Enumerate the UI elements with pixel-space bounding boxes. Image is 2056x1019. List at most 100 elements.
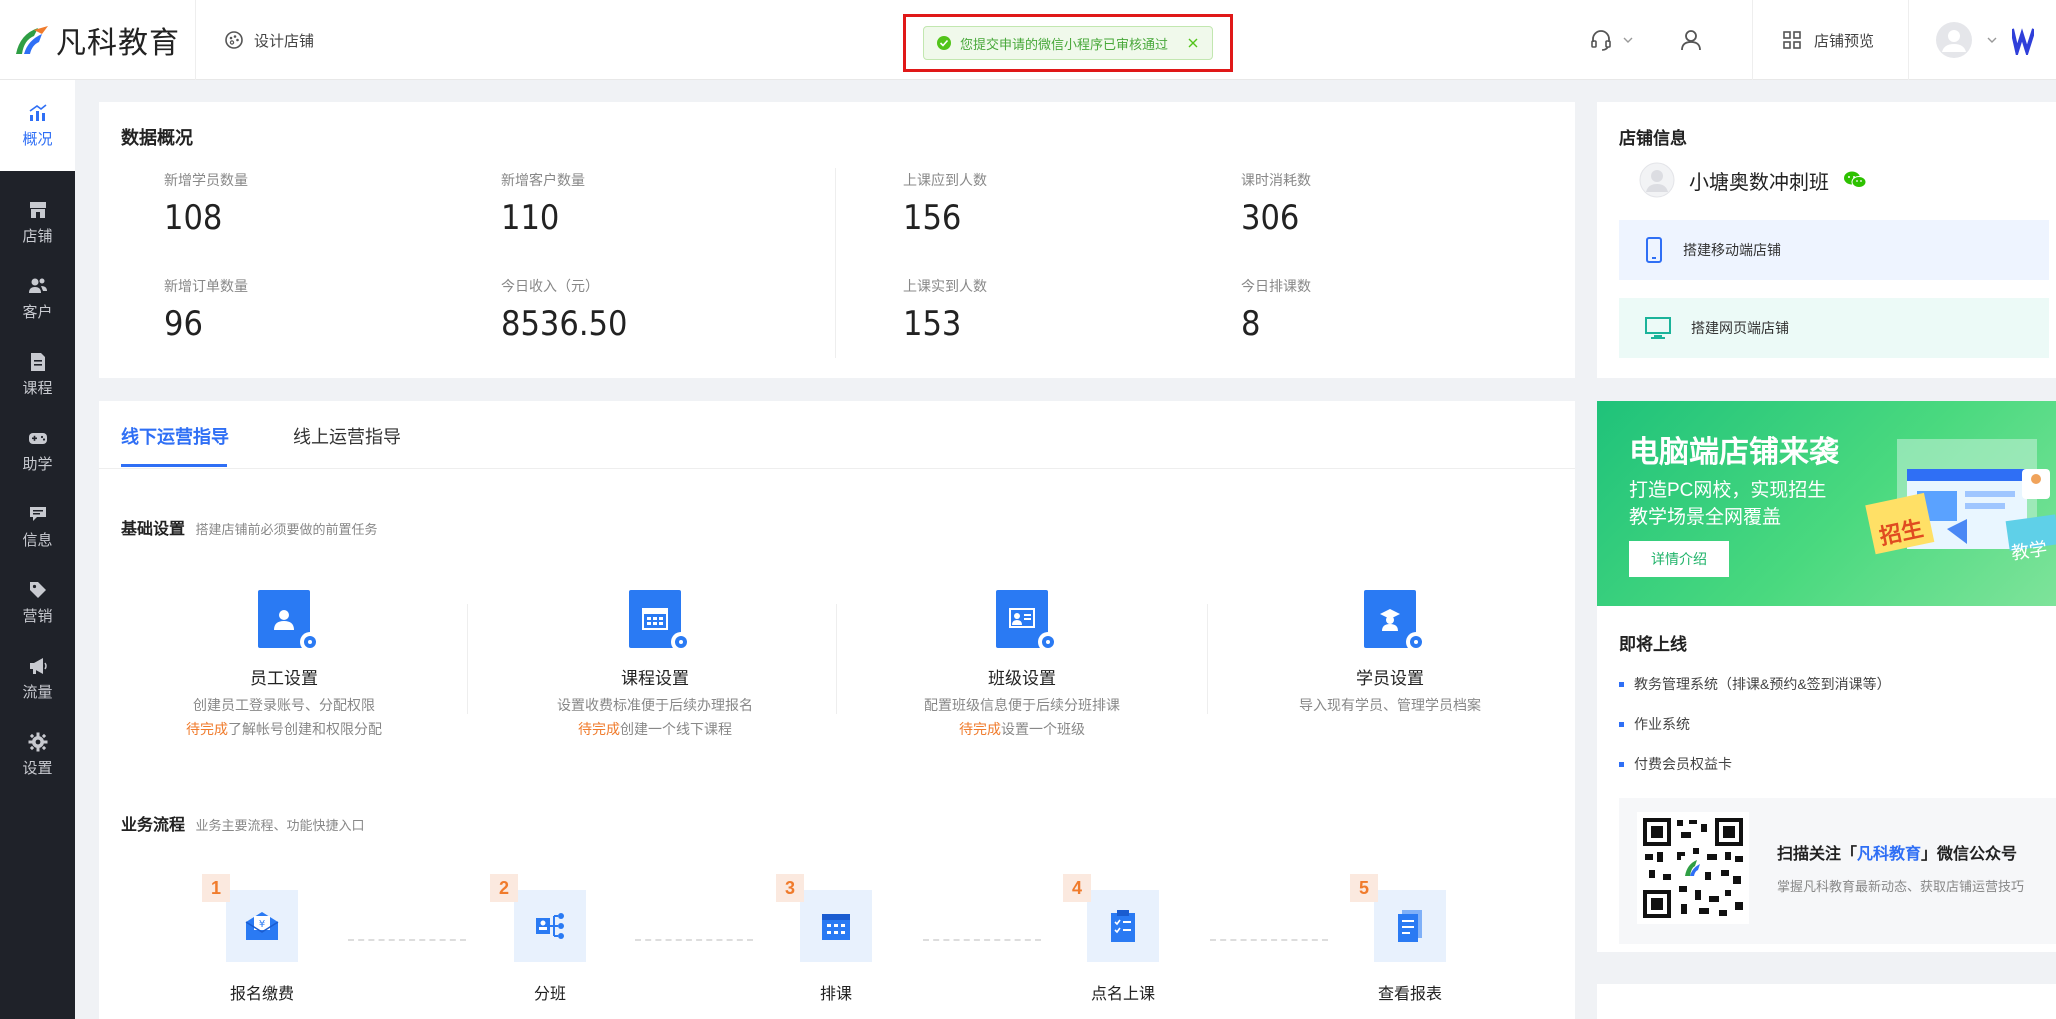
stat-lessons-consumed[interactable]: 课时消耗数 306 [1241,170,1311,238]
megaphone-icon [29,657,47,674]
sidebar-item-settings[interactable]: 设置 [0,716,75,792]
setup-course[interactable]: 课程设置 设置收费标准便于后续办理报名 待完成创建一个线下课程 [505,590,805,739]
success-toast: 您提交申请的微信小程序已审核通过 [922,26,1213,60]
setup-desc: 设置收费标准便于后续办理报名 [557,697,753,713]
sidebar-item-assist[interactable]: 助学 [0,412,75,488]
setup-desc: 配置班级信息便于后续分班排课 [924,697,1120,713]
svg-text:¥: ¥ [259,919,265,930]
chart-icon [29,103,46,121]
sidebar-item-label: 营销 [22,607,53,625]
sidebar-item-marketing[interactable]: 营销 [0,564,75,640]
setup-student[interactable]: 学员设置 导入现有学员、管理学员档案 [1240,590,1540,715]
store-name: 小塘奥数冲刺班 [1689,171,1829,194]
setup-desc: 导入现有学员、管理学员档案 [1299,697,1481,713]
gear-icon [28,732,47,751]
sidebar-item-messages[interactable]: 信息 [0,488,75,564]
avatar-menu[interactable] [1936,0,2034,80]
grid-icon [1783,31,1801,49]
check-circle-icon [936,36,951,50]
support-button[interactable] [1588,0,1634,80]
stat-value: 156 [903,198,962,238]
build-mobile-store-button[interactable]: 搭建移动端店铺 [1619,220,2049,280]
sidebar-item-customers[interactable]: 客户 [0,260,75,336]
list-item: 教务管理系统（排课&预约&签到消课等） [1619,674,1891,694]
stat-new-students[interactable]: 新增学员数量 108 [164,170,248,238]
stat-value: 8 [1241,304,1261,344]
step-label: 点名上课 [1090,986,1155,1003]
brand-logo-icon [16,26,48,54]
coming-soon-title: 即将上线 [1619,635,1687,654]
business-flow-heading: 业务流程 业务主要流程、功能快捷入口 [121,811,364,835]
list-item: 付费会员权益卡 [1619,754,1891,774]
sidebar-item-traffic[interactable]: 流量 [0,640,75,716]
flow-step-reports[interactable]: 5 查看报表 [1340,874,1480,1004]
setup-todo[interactable]: 待完成了解帐号创建和权限分配 [134,719,434,739]
flow-step-schedule[interactable]: 3 排课 [766,874,906,1004]
reports-icon: 5 [1350,874,1446,962]
brand-logo[interactable]: 凡科教育 [0,0,196,80]
build-mobile-store-label: 搭建移动端店铺 [1683,242,1781,258]
stat-label: 上课应到人数 [903,172,987,188]
banner-detail-button[interactable]: 详情介绍 [1629,541,1729,577]
tag-icon [29,581,46,598]
build-web-store-button[interactable]: 搭建网页端店铺 [1619,298,2049,358]
store-preview-label: 店铺预览 [1814,32,1875,50]
section-subtitle: 业务主要流程、功能快捷入口 [195,818,365,833]
banner-line2: 教学场景全网覆盖 [1629,507,1782,528]
sidebar-item-store[interactable]: 店铺 [0,184,75,260]
sidebar-item-label: 设置 [22,759,53,777]
user-account-button[interactable] [1678,0,1704,80]
flow-connector [923,939,1041,941]
stat-today-schedules[interactable]: 今日排课数 8 [1241,276,1311,344]
active-tab-indicator [121,464,227,467]
sidebar-item-label: 流量 [22,683,53,701]
qr-code [1637,812,1749,924]
schedule-icon: 3 [776,874,872,962]
flow-step-roll-call[interactable]: 4 点名上课 [1053,874,1193,1004]
overview-title: 数据概况 [121,128,193,148]
store-info-title: 店铺信息 [1619,129,1687,148]
stat-label: 新增客户数量 [501,172,585,188]
close-icon[interactable] [1186,36,1200,50]
data-overview-card: 数据概况 新增学员数量 108 新增客户数量 110 上课应到人数 156 课时… [99,102,1575,378]
stat-value: 153 [903,304,962,344]
step-number: 3 [776,874,804,902]
step-label: 查看报表 [1377,986,1442,1003]
stat-new-orders[interactable]: 新增订单数量 96 [164,276,248,344]
flow-step-assign-class[interactable]: 2 分班 [480,874,620,1004]
staff-setup-icon [258,590,320,652]
step-number: 1 [202,874,230,902]
header-divider [1752,0,1753,80]
tab-online-guide[interactable]: 线上运营指导 [293,423,401,449]
brand-name: 凡科教育 [56,26,180,61]
banner-illustration [1865,439,2056,555]
setup-divider [836,604,837,714]
header-divider [1908,0,1909,80]
section-title: 业务流程 [121,817,186,834]
store-preview-button[interactable]: 店铺预览 [1782,0,1874,80]
design-store-button[interactable]: 设计店铺 [224,26,314,54]
users-icon [28,278,47,293]
stat-actual-attendance[interactable]: 上课实到人数 153 [903,276,987,344]
stat-expected-attendance[interactable]: 上课应到人数 156 [903,170,987,238]
pc-store-banner[interactable]: 电脑端店铺来袭 打造PC网校，实现招生 教学场景全网覆盖 详情介绍 招生 教学 [1597,401,2056,606]
store-icon [29,201,46,218]
stat-new-customers[interactable]: 新增客户数量 110 [501,170,585,238]
setup-todo[interactable]: 待完成创建一个线下课程 [505,719,805,739]
stat-label: 课时消耗数 [1241,172,1311,188]
chevron-down-icon [1623,37,1633,43]
stat-value: 306 [1241,198,1300,238]
flow-step-enroll[interactable]: 1 ¥ 报名缴费 [192,874,332,1004]
stat-label: 上课实到人数 [903,278,987,294]
setup-staff[interactable]: 员工设置 创建员工登录账号、分配权限 待完成了解帐号创建和权限分配 [134,590,434,739]
overview-divider [835,168,836,358]
palette-icon [225,31,243,49]
step-label: 分班 [533,986,566,1003]
setup-class[interactable]: 班级设置 配置班级信息便于后续分班排课 待完成设置一个班级 [872,590,1172,739]
sidebar-item-courses[interactable]: 课程 [0,336,75,412]
tab-offline-guide[interactable]: 线下运营指导 [121,423,229,449]
banner-tag-teach: 教学 [2009,538,2049,564]
stat-today-income[interactable]: 今日收入（元） 8536.50 [501,276,627,344]
setup-todo[interactable]: 待完成设置一个班级 [872,719,1172,739]
sidebar-item-overview[interactable]: 概况 [0,87,75,163]
